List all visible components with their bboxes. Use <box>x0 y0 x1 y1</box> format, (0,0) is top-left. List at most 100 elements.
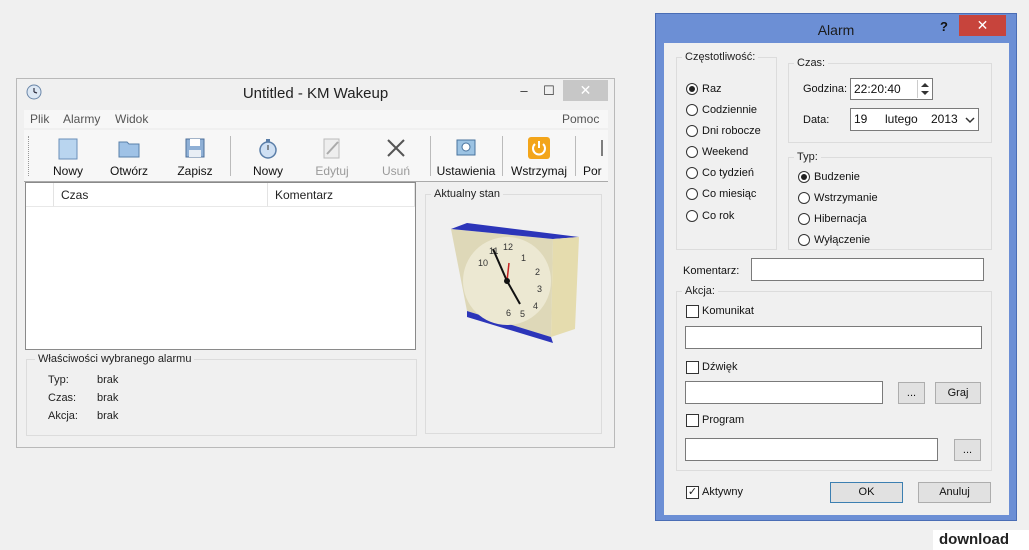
dialog-close-button[interactable]: ✕ <box>959 15 1006 36</box>
radio-standby-label: Wstrzymanie <box>814 192 878 204</box>
sound-label: Dźwięk <box>702 361 738 373</box>
svg-text:6: 6 <box>506 308 511 318</box>
edit-icon <box>323 138 340 159</box>
toolbar-grip[interactable] <box>28 136 30 176</box>
active-label: Aktywny <box>702 486 743 498</box>
toolbar: Nowy Otwórz Zapisz Nowy Edytuj Usuń Usta… <box>24 130 608 182</box>
close-button[interactable]: ✕ <box>563 80 608 101</box>
minimize-button[interactable]: – <box>510 81 538 101</box>
radio-weekend-label: Weekend <box>702 146 749 158</box>
new-file-icon <box>58 138 78 160</box>
chevron-down-icon[interactable] <box>964 115 976 125</box>
more-icon <box>601 140 603 156</box>
radio-monthly[interactable] <box>686 188 698 200</box>
svg-text:10: 10 <box>478 258 488 268</box>
sound-browse-button[interactable]: ... <box>898 382 925 404</box>
svg-text:2: 2 <box>535 267 540 277</box>
radio-daily-label: Codziennie <box>702 104 758 116</box>
help-button[interactable]: ? <box>940 19 948 34</box>
hour-spinner[interactable] <box>917 80 931 98</box>
radio-standby[interactable] <box>798 192 810 204</box>
menu-alarms[interactable]: Alarmy <box>63 112 100 126</box>
radio-weekend[interactable] <box>686 146 698 158</box>
menu-help[interactable]: Pomoc <box>562 112 599 126</box>
save-file-button[interactable]: Zapisz <box>170 134 220 180</box>
radio-shutdown[interactable] <box>798 234 810 246</box>
radio-once[interactable] <box>686 83 698 95</box>
comment-label: Komentarz: <box>683 265 740 277</box>
alarm-dialog: Alarm ? ✕ Częstotliwość: Raz Codziennie … <box>655 13 1017 521</box>
column-header-time[interactable]: Czas <box>54 183 268 207</box>
radio-weekly-label: Co tydzień <box>702 167 754 179</box>
column-header-select[interactable] <box>26 183 54 207</box>
program-input[interactable] <box>685 438 938 461</box>
sound-checkbox[interactable] <box>686 361 699 374</box>
radio-monthly-label: Co miesiąc <box>702 188 757 200</box>
active-checkbox[interactable]: ✓ <box>686 486 699 499</box>
frequency-group-title: Częstotliwość: <box>682 51 759 63</box>
sound-input[interactable] <box>685 381 883 404</box>
delete-icon <box>387 139 405 157</box>
toolbar-separator <box>575 136 576 176</box>
radio-yearly[interactable] <box>686 210 698 222</box>
radio-hibernate[interactable] <box>798 213 810 225</box>
radio-weekly[interactable] <box>686 167 698 179</box>
hour-input[interactable]: 22:20:40 <box>850 78 933 100</box>
time-group <box>788 63 992 143</box>
time-group-title: Czas: <box>794 57 829 69</box>
date-label: Data: <box>803 114 830 126</box>
menu-view[interactable]: Widok <box>115 112 148 126</box>
radio-hibernate-label: Hibernacja <box>814 213 867 225</box>
new-file-button[interactable]: Nowy <box>44 134 92 180</box>
toolbar-separator <box>430 136 431 176</box>
open-file-button[interactable]: Otwórz <box>102 134 156 180</box>
comment-input[interactable] <box>751 258 984 281</box>
menu-file[interactable]: Plik <box>30 112 49 126</box>
svg-text:4: 4 <box>533 301 538 311</box>
radio-workdays[interactable] <box>686 125 698 137</box>
action-group-title: Akcja: <box>682 285 718 297</box>
program-checkbox[interactable] <box>686 414 699 427</box>
radio-wakeup-label: Budzenie <box>814 171 860 183</box>
ok-button[interactable]: OK <box>830 482 903 503</box>
svg-text:12: 12 <box>503 242 513 252</box>
toolbar-separator <box>230 136 231 176</box>
prop-time-label: Czas: <box>48 392 77 404</box>
date-picker[interactable]: 19 lutego 2013 <box>850 108 979 131</box>
status-group-title: Aktualny stan <box>431 188 504 200</box>
new-alarm-button[interactable]: Nowy <box>244 134 292 180</box>
stopwatch-icon <box>259 139 277 159</box>
message-input[interactable] <box>685 326 982 349</box>
column-header-comment[interactable]: Komentarz <box>268 183 415 207</box>
dialog-body: Częstotliwość: Raz Codziennie Dni robocz… <box>664 43 1009 515</box>
prop-type-value: brak <box>97 374 119 386</box>
prop-action-value: brak <box>97 410 119 422</box>
prop-type-label: Typ: <box>48 374 69 386</box>
radio-wakeup[interactable] <box>798 171 810 183</box>
maximize-button[interactable]: ☐ <box>535 81 563 101</box>
play-button[interactable]: Graj <box>935 382 981 404</box>
radio-shutdown-label: Wyłączenie <box>814 234 871 246</box>
properties-group-title: Właściwości wybranego alarmu <box>35 353 195 365</box>
message-checkbox[interactable] <box>686 305 699 318</box>
date-year: 2013 <box>931 112 958 126</box>
spinner-arrows-icon <box>921 83 929 95</box>
menubar: Plik Alarmy Widok Pomoc <box>24 110 608 128</box>
radio-yearly-label: Co rok <box>702 210 735 222</box>
program-browse-button[interactable]: ... <box>954 439 981 461</box>
edit-alarm-button[interactable]: Edytuj <box>308 134 356 180</box>
settings-button[interactable]: Ustawienia <box>434 134 498 180</box>
delete-alarm-button[interactable]: Usuń <box>374 134 418 180</box>
cancel-button[interactable]: Anuluj <box>918 482 991 503</box>
alarm-list[interactable]: Czas Komentarz <box>25 182 416 350</box>
toolbar-separator <box>502 136 503 176</box>
open-folder-icon <box>118 141 140 158</box>
main-titlebar[interactable]: Untitled - KM Wakeup – ☐ ✕ <box>17 79 614 107</box>
properties-group <box>26 359 417 436</box>
download-watermark: download <box>933 530 1029 550</box>
radio-once-label: Raz <box>702 83 722 95</box>
radio-daily[interactable] <box>686 104 698 116</box>
more-button[interactable]: Por <box>580 134 608 180</box>
pause-button[interactable]: Wstrzymaj <box>507 134 571 180</box>
program-label: Program <box>702 414 745 426</box>
